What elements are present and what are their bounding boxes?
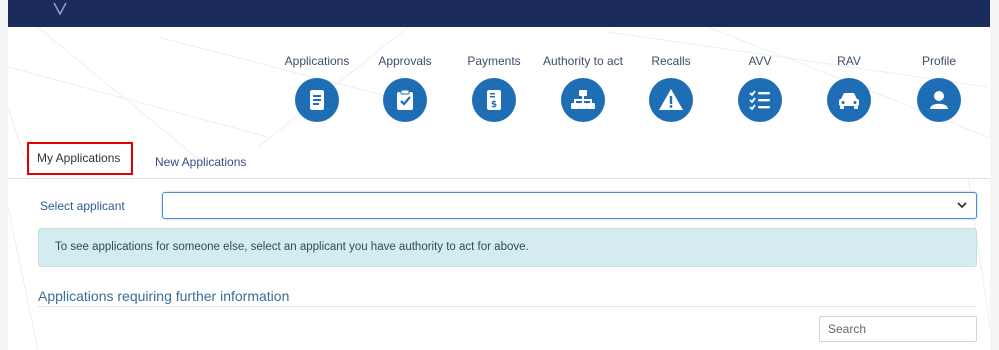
main-navigation: Applications Approvals Payments $ Author… — [270, 54, 990, 134]
invoice-dollar-icon[interactable]: $ — [472, 78, 516, 122]
nav-profile[interactable]: Profile — [894, 54, 984, 132]
info-alert: To see applications for someone else, se… — [38, 228, 977, 267]
nav-label: Authority to act — [542, 54, 624, 68]
nav-recalls[interactable]: Recalls — [626, 54, 716, 132]
svg-text:$: $ — [491, 100, 497, 110]
tab-new-applications[interactable]: New Applications — [145, 146, 256, 179]
nav-label: Applications — [284, 54, 350, 68]
clipboard-check-icon[interactable] — [383, 78, 427, 122]
section-title: Applications requiring further informati… — [38, 288, 290, 304]
nav-label: Profile — [921, 54, 956, 68]
left-margin — [0, 0, 8, 350]
checklist-icon[interactable] — [738, 78, 782, 122]
nav-label: AVV — [748, 54, 772, 68]
applicant-select[interactable] — [162, 192, 977, 219]
nav-label: Approvals — [378, 54, 432, 68]
user-icon[interactable] — [917, 78, 961, 122]
nav-applications[interactable]: Applications — [272, 54, 362, 132]
nav-payments[interactable]: Payments $ — [449, 54, 539, 132]
nav-rav[interactable]: RAV — [804, 54, 894, 132]
org-chart-icon[interactable] — [561, 78, 605, 122]
section-divider — [38, 306, 977, 307]
warning-triangle-icon[interactable] — [649, 78, 693, 122]
logo-mark-icon — [53, 2, 67, 16]
chevron-down-icon — [957, 202, 967, 209]
car-icon[interactable] — [827, 78, 871, 122]
document-icon[interactable] — [295, 78, 339, 122]
tab-divider — [8, 178, 990, 179]
nav-approvals[interactable]: Approvals — [360, 54, 450, 132]
nav-label: Recalls — [651, 54, 691, 68]
select-applicant-label: Select applicant — [40, 199, 125, 213]
right-margin — [990, 0, 999, 350]
nav-label: Payments — [467, 54, 521, 68]
nav-authority-to-act[interactable]: Authority to act — [538, 54, 628, 132]
search-input[interactable] — [819, 316, 977, 342]
nav-avv[interactable]: AVV — [715, 54, 805, 132]
tab-my-applications[interactable]: My Applications — [27, 142, 133, 175]
nav-label: RAV — [837, 54, 861, 68]
tab-bar: My Applications New Applications — [8, 141, 990, 179]
top-header-bar — [8, 0, 990, 27]
